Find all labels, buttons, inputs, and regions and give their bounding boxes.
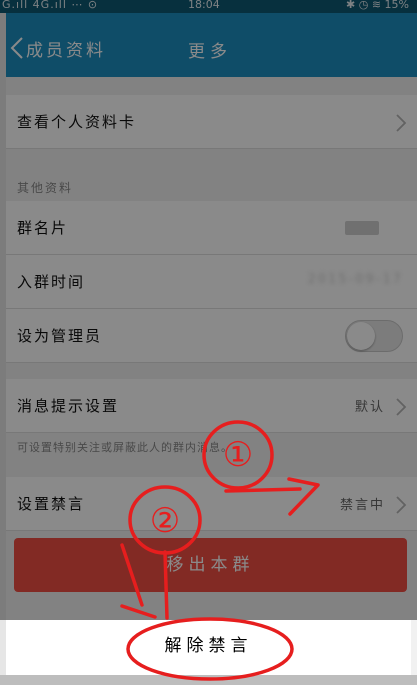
unmute-button[interactable]: 解除禁言 xyxy=(6,620,411,675)
action-sheet: 解除禁言 xyxy=(6,620,411,675)
bottom-edge xyxy=(0,675,417,685)
modal-dim-overlay[interactable] xyxy=(0,0,417,620)
phone-screen: G.ıll 4G.ıll ⋯ ⊙ 18:04 ✱ ◷ ≋ 15% 成员资料 更多… xyxy=(0,0,417,685)
